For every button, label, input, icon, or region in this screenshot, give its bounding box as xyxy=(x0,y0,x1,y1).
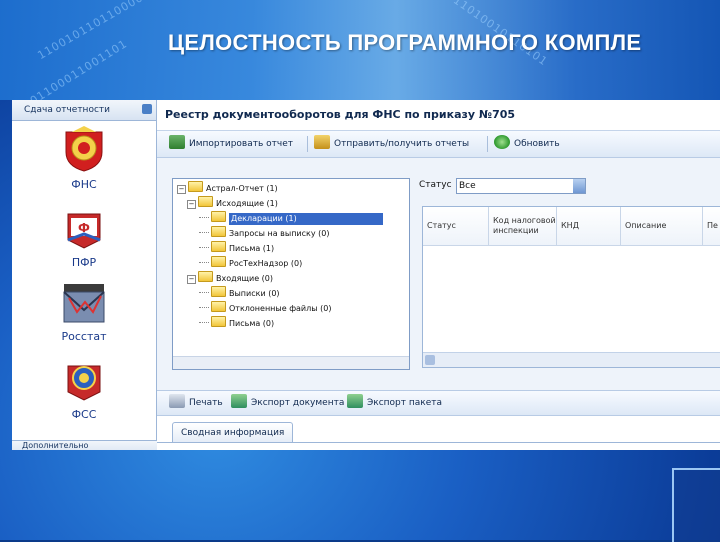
status-filter-select[interactable]: Все xyxy=(456,178,586,194)
toolbar-separator xyxy=(307,136,308,152)
sidebar-item-pfr[interactable]: Ф ПФР xyxy=(12,204,156,269)
sidebar-header-label: Сдача отчетности xyxy=(24,105,110,115)
sidebar-item-label: ФСС xyxy=(71,408,97,421)
folder-tree[interactable]: − Астрал-Отчет (1) − Исходящие (1) Деклара… xyxy=(172,178,410,370)
tree-scrollbar[interactable] xyxy=(173,356,409,369)
import-report-label: Импортировать отчет xyxy=(189,139,294,149)
folder-icon xyxy=(211,241,226,252)
export-package-icon xyxy=(347,394,363,408)
import-report-button[interactable]: Импортировать отчет xyxy=(169,135,293,153)
sidebar-item-rosstat[interactable]: Росстат xyxy=(12,282,156,343)
export-document-label: Экспорт документа xyxy=(251,398,345,408)
sidebar-item-label: ПФР xyxy=(71,256,97,269)
folder-icon xyxy=(211,226,226,237)
sidebar-item-label: ФНС xyxy=(71,178,97,191)
print-label: Печать xyxy=(189,398,223,408)
export-package-label: Экспорт пакета xyxy=(367,398,443,408)
folder-icon xyxy=(211,316,226,327)
reporting-sidebar: Сдача отчетности ФНС Ф ПФР Росстат ФСС Д… xyxy=(12,100,166,450)
sidebar-item-label: Росстат xyxy=(61,330,107,343)
tree-node[interactable]: Выписки (0) xyxy=(199,286,280,300)
panel-title: Реестр документооборотов для ФНС по прик… xyxy=(157,100,720,131)
slide-title: ЦЕЛОСТНОСТЬ ПРОГРАММНОГО КОМПЛЕ xyxy=(168,30,642,55)
status-filter-value: Все xyxy=(459,181,476,191)
grid-column-header[interactable]: Описание xyxy=(621,207,703,245)
export-package-button[interactable]: Экспорт пакета xyxy=(347,394,442,412)
registry-panel: Реестр документооборотов для ФНС по прик… xyxy=(157,100,720,450)
send-receive-icon xyxy=(314,135,330,149)
documents-grid[interactable]: Статус Код налоговой инспекции КНД Описа… xyxy=(422,206,720,368)
main-toolbar: Импортировать отчет Отправить/получить о… xyxy=(157,131,720,158)
grid-column-header[interactable]: Статус xyxy=(423,207,489,245)
tree-node[interactable]: Письма (1) xyxy=(199,241,274,255)
sidebar-item-fns[interactable]: ФНС xyxy=(12,126,156,191)
print-button[interactable]: Печать xyxy=(169,394,223,412)
export-document-icon xyxy=(231,394,247,408)
folder-icon xyxy=(188,181,203,192)
import-icon xyxy=(169,135,185,149)
details-tabs: Сводная информация xyxy=(157,416,720,450)
tree-node[interactable]: − Исходящие (1) xyxy=(187,196,278,210)
tab-summary[interactable]: Сводная информация xyxy=(172,422,294,443)
folder-icon xyxy=(211,256,226,267)
tab-divider xyxy=(157,442,720,443)
document-toolbar: Печать Экспорт документа Экспорт пакета xyxy=(157,390,720,416)
send-receive-label: Отправить/получить отчеты xyxy=(334,139,470,149)
sidebar-header[interactable]: Сдача отчетности xyxy=(12,100,156,121)
grid-column-header[interactable]: Код налоговой инспекции xyxy=(489,207,557,245)
collapse-icon[interactable] xyxy=(142,104,152,114)
grid-column-header[interactable]: Пе xyxy=(703,207,720,245)
folder-icon xyxy=(211,301,226,312)
fss-emblem-icon xyxy=(67,365,101,401)
print-icon xyxy=(169,394,185,408)
refresh-icon xyxy=(494,135,510,149)
tree-node[interactable]: РосТехНадзор (0) xyxy=(199,256,302,270)
tree-node[interactable]: − Астрал-Отчет (1) xyxy=(177,181,278,195)
tree-node[interactable]: Декларации (1) xyxy=(199,211,383,225)
tree-node[interactable]: Письма (0) xyxy=(199,316,274,330)
scroll-left-icon[interactable] xyxy=(425,355,435,365)
tree-node[interactable]: − Входящие (0) xyxy=(187,271,273,285)
slide-corner-decoration xyxy=(672,468,720,542)
status-filter-label: Статус xyxy=(419,180,452,190)
folder-icon xyxy=(211,286,226,297)
folder-icon xyxy=(198,196,213,207)
grid-column-header[interactable]: КНД xyxy=(557,207,621,245)
tree-node[interactable]: Отклоненные файлы (0) xyxy=(199,301,331,315)
tree-node[interactable]: Запросы на выписку (0) xyxy=(199,226,329,240)
folder-icon xyxy=(211,211,226,222)
refresh-label: Обновить xyxy=(514,139,560,149)
app-screenshot: Сдача отчетности ФНС Ф ПФР Росстат ФСС Д… xyxy=(12,100,720,450)
grid-scrollbar[interactable] xyxy=(423,352,720,367)
sidebar-item-fss[interactable]: ФСС xyxy=(12,356,156,421)
chevron-down-icon[interactable] xyxy=(573,179,585,193)
export-document-button[interactable]: Экспорт документа xyxy=(231,394,344,412)
fns-emblem-icon xyxy=(65,126,103,172)
send-receive-button[interactable]: Отправить/получить отчеты xyxy=(314,135,469,153)
refresh-button[interactable]: Обновить xyxy=(494,135,560,153)
rosstat-envelope-icon xyxy=(63,284,105,323)
folder-icon xyxy=(198,271,213,282)
toolbar-separator xyxy=(487,136,488,152)
pfr-emblem-icon: Ф xyxy=(67,213,101,249)
sidebar-footer[interactable]: Дополнительно xyxy=(12,440,166,450)
